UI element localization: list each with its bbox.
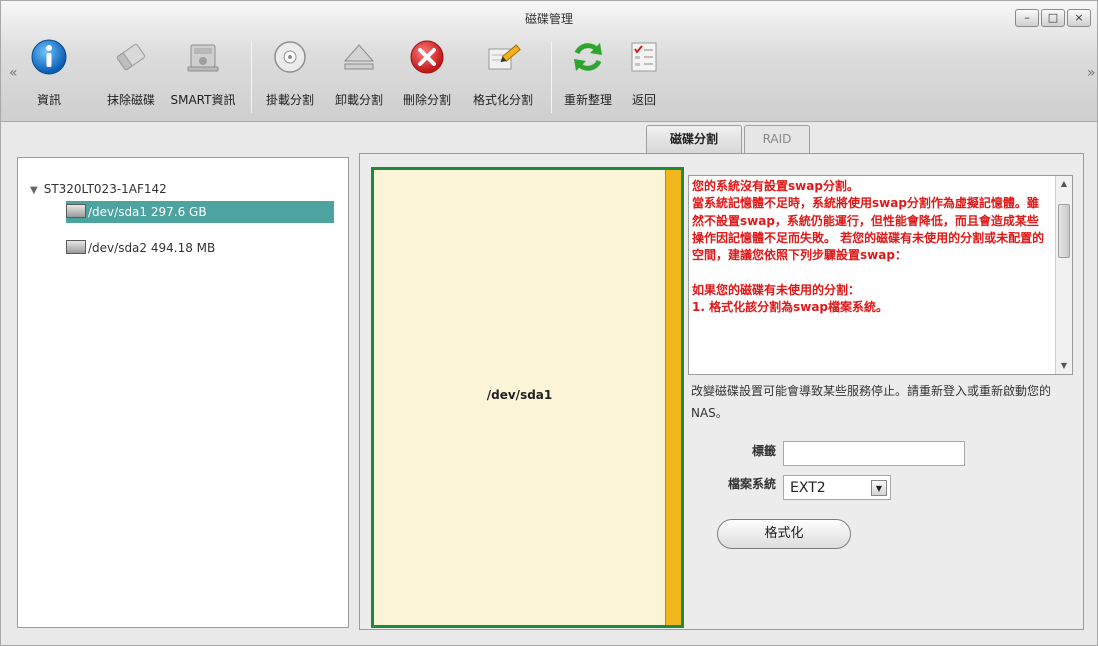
expand-triangle-icon[interactable]: ▼ [30,185,38,196]
unmount-partition-label: 卸載分割 [334,93,383,107]
filesystem-value: EXT2 [790,480,826,496]
drive-icon [66,203,86,218]
tree-partition-sda1[interactable]: /dev/sda1 297.6 GB [66,201,334,223]
scroll-thumb[interactable] [1058,204,1070,258]
filesystem-select[interactable]: EXT2 ▼ [783,475,891,500]
format-pencil-icon [488,44,521,70]
checklist-icon [631,42,657,72]
disk-management-window: 磁碟管理 – □ × « » 資訊 抹除磁碟 SMART資訊 掛載分割 卸載分割… [0,0,1098,646]
refresh-label: 重新整理 [563,93,612,107]
disk-name: ST320LT023-1AF142 [43,182,167,196]
swap-warning-text: 您的系統沒有設置swap分割。 當系統記憶體不足時，系統將使用swap分割作為虛… [692,179,1045,315]
partition-label: /dev/sda2 494.18 MB [88,241,216,255]
minimize-button[interactable]: – [1015,9,1039,27]
mount-disk-icon [274,41,306,73]
tab-raid[interactable]: RAID [744,125,810,154]
erase-disk-label: 抹除磁碟 [106,93,155,107]
dropdown-arrow-icon[interactable]: ▼ [871,480,887,496]
disk-tree: ▼ ST320LT023-1AF142 /dev/sda1 297.6 GB /d… [17,157,349,628]
format-partition-label: 格式化分割 [472,93,533,107]
partition-map-label: /dev/sda1 [486,388,553,402]
mount-partition-label: 掛載分割 [265,93,314,107]
tag-label: 標籤 [751,444,776,458]
tab-partition[interactable]: 磁碟分割 [646,125,742,154]
scroll-down-icon[interactable]: ▼ [1056,358,1072,374]
info-icon [31,39,67,75]
tag-input[interactable] [783,441,965,466]
partition-label: /dev/sda1 297.6 GB [88,205,207,219]
tree-partition-sda2[interactable]: /dev/sda2 494.18 MB [66,237,334,259]
toolbar-separator [251,41,252,113]
eject-icon [343,44,375,70]
partition-map[interactable]: /dev/sda1 [371,167,684,628]
partition-usage-bar [665,170,681,625]
format-button[interactable]: 格式化 [717,519,851,549]
toolbar-scroll-right-icon[interactable]: » [1087,65,1096,81]
close-button[interactable]: × [1067,9,1091,27]
toolbar-scroll-left-icon[interactable]: « [9,65,18,81]
filesystem-label: 檔案系統 [727,477,776,491]
toolbar: 磁碟管理 – □ × « » 資訊 抹除磁碟 SMART資訊 掛載分割 卸載分割… [1,1,1097,122]
window-title: 磁碟管理 [524,12,573,26]
info-label: 資訊 [36,93,61,107]
maximize-button[interactable]: □ [1041,9,1065,27]
drive-icon [66,239,86,254]
service-note: 改變磁碟設置可能會導致某些服務停止。請重新登入或重新啟動您的NAS。 [691,384,1052,420]
tree-disk-node[interactable]: ▼ ST320LT023-1AF142 [30,178,348,200]
refresh-icon [574,43,602,71]
swap-warning-box[interactable]: 您的系統沒有設置swap分割。 當系統記憶體不足時，系統將使用swap分割作為虛… [688,175,1073,375]
disk-health-icon [187,44,219,72]
delete-icon [410,40,444,74]
delete-partition-label: 刪除分割 [402,93,451,107]
back-label: 返回 [631,93,656,107]
toolbar-separator [551,41,552,113]
eraser-icon [116,43,146,71]
smart-info-label: SMART資訊 [170,93,236,107]
warning-scrollbar[interactable]: ▲ ▼ [1055,176,1072,374]
scroll-up-icon[interactable]: ▲ [1056,176,1072,192]
